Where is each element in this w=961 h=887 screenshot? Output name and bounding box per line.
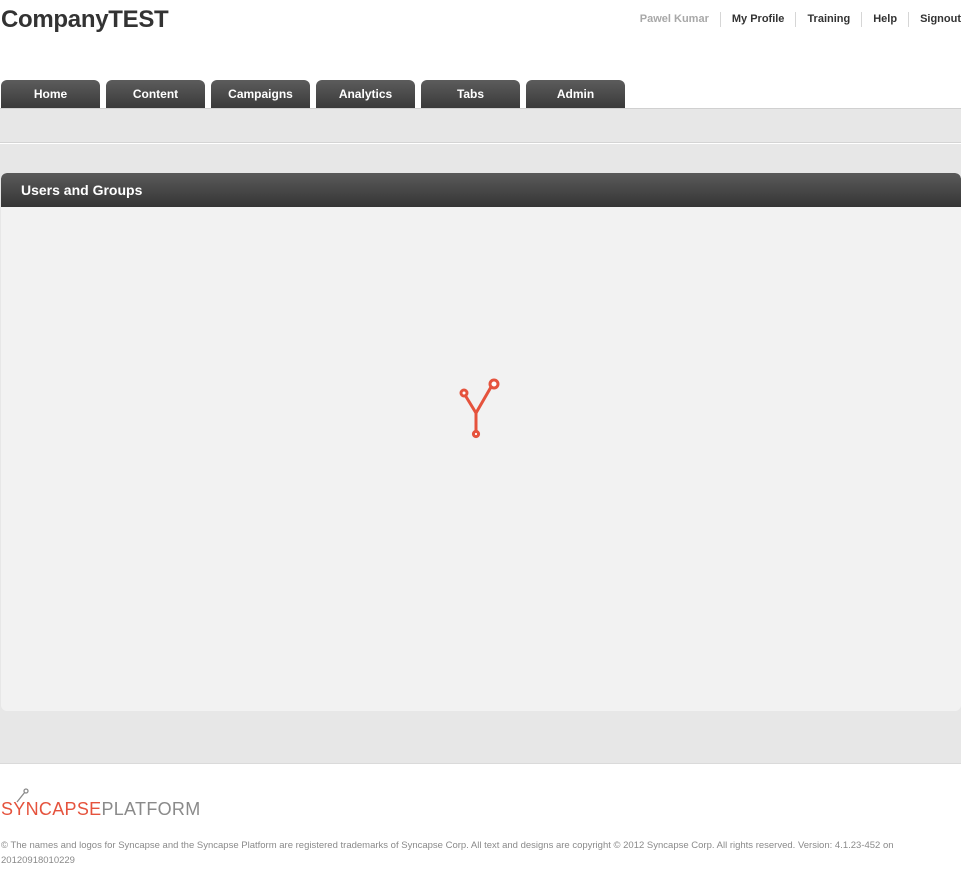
tab-analytics[interactable]: Analytics bbox=[316, 80, 415, 108]
panel-title: Users and Groups bbox=[21, 182, 143, 198]
footer-legal-text: © The names and logos for Syncapse and t… bbox=[1, 840, 894, 866]
logo-platform-text: PLATFORM bbox=[101, 799, 201, 819]
tab-admin[interactable]: Admin bbox=[526, 80, 625, 108]
syncapse-y-spinner-icon bbox=[459, 378, 500, 439]
tab-home[interactable]: Home bbox=[1, 80, 100, 108]
main-tabs: Home Content Campaigns Analytics Tabs Ad… bbox=[1, 80, 631, 108]
training-link[interactable]: Training bbox=[795, 12, 861, 27]
company-title: CompanyTEST bbox=[1, 6, 169, 33]
tab-content[interactable]: Content bbox=[106, 80, 205, 108]
users-and-groups-panel: Users and Groups bbox=[1, 173, 961, 711]
signout-link[interactable]: Signout bbox=[908, 12, 961, 27]
syncapse-logo-icon bbox=[16, 788, 29, 803]
tab-campaigns[interactable]: Campaigns bbox=[211, 80, 310, 108]
sub-navigation-bar bbox=[0, 108, 961, 143]
my-profile-link[interactable]: My Profile bbox=[719, 12, 796, 27]
help-link[interactable]: Help bbox=[861, 12, 908, 27]
user-name: Pawel Kumar bbox=[639, 13, 709, 25]
tab-tabs[interactable]: Tabs bbox=[421, 80, 520, 108]
syncapse-platform-logo: SYNCAPSE PLATFORM bbox=[1, 788, 201, 820]
panel-header: Users and Groups bbox=[1, 173, 961, 207]
user-nav: Pawel Kumar My Profile Training Help Sig… bbox=[629, 12, 961, 27]
